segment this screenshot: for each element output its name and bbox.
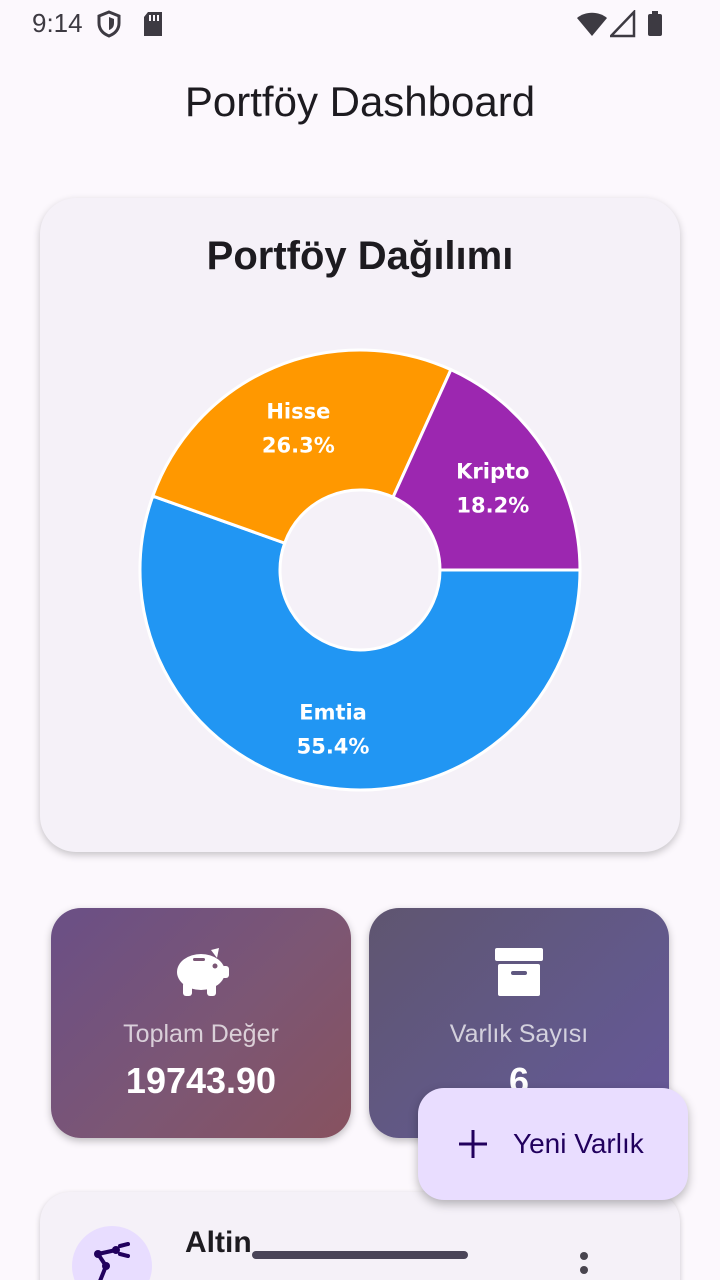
slice-name-label: Hisse	[266, 400, 330, 424]
portfolio-distribution-card: Portföy Dağılımı Emtia 55.4% Hisse 26.3% Kri…	[40, 198, 680, 852]
sd-card-icon	[144, 12, 162, 36]
add-asset-fab[interactable]: Yeni Varlık	[418, 1088, 688, 1200]
home-indicator[interactable]	[252, 1251, 468, 1259]
battery-icon	[648, 11, 662, 36]
plus-icon	[459, 1130, 487, 1158]
total-value: 19743.90	[125, 1060, 277, 1101]
slice-percent-label: 26.3%	[262, 434, 335, 458]
shield-icon	[97, 10, 121, 38]
total-value-card: Toplam Değer 19743.90	[51, 908, 351, 1138]
avatar	[72, 1226, 152, 1280]
list-item[interactable]: Altin	[40, 1192, 680, 1280]
signal-icon	[610, 10, 636, 38]
slice-percent-label: 18.2%	[456, 493, 529, 517]
status-time: 9:14	[32, 8, 83, 38]
more-vertical-icon[interactable]	[574, 1248, 594, 1280]
portfolio-donut-chart: Emtia 55.4% Hisse 26.3% Kripto 18.2%	[138, 348, 582, 792]
slice-name-label: Kripto	[456, 459, 529, 483]
asset-name: Altin	[185, 1226, 252, 1259]
slice-percent-label: 55.4%	[297, 735, 370, 759]
piggy-bank-icon	[177, 948, 229, 996]
asset-count-label: Varlık Sayısı	[449, 1020, 589, 1048]
status-bar: 9:14	[0, 0, 720, 48]
precision-manufacturing-icon	[94, 1242, 130, 1280]
fab-label: Yeni Varlık	[513, 1128, 644, 1159]
total-value-label: Toplam Değer	[123, 1020, 279, 1048]
page-title: Portföy Dashboard	[184, 78, 536, 125]
wifi-icon	[577, 12, 607, 36]
slice-name-label: Emtia	[299, 701, 367, 725]
archive-box-icon	[495, 948, 543, 996]
